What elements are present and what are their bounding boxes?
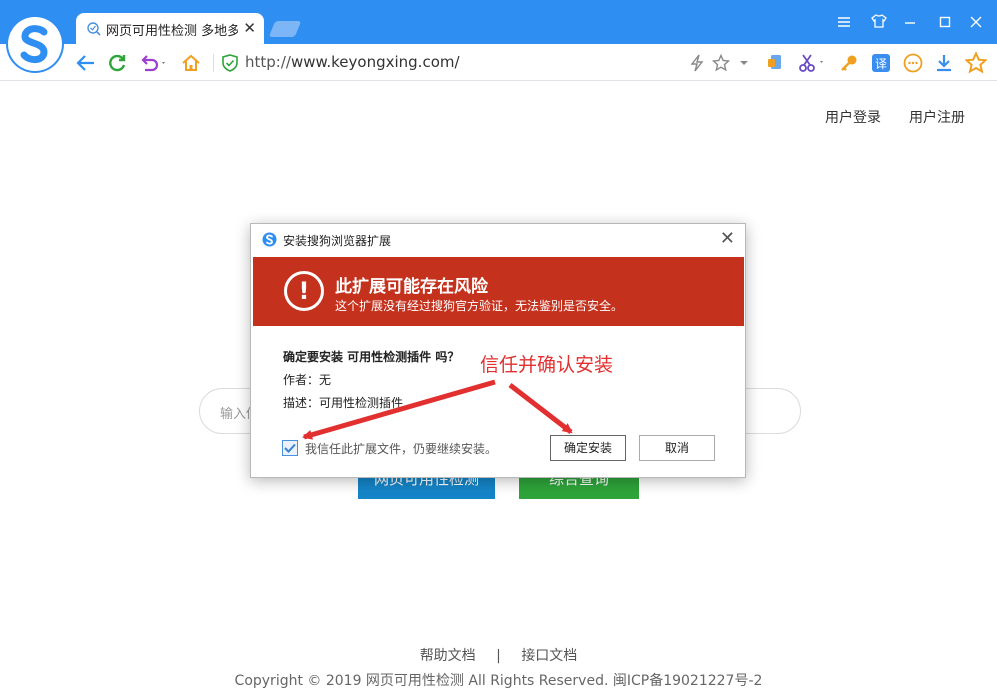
footer-divider: |: [496, 648, 501, 664]
address-bar[interactable]: http://www.keyongxing.com/: [245, 53, 460, 71]
favorites-icon[interactable]: [965, 52, 987, 74]
download-icon[interactable]: [933, 52, 955, 74]
star-icon[interactable]: [710, 52, 732, 74]
warning-title: 此扩展可能存在风险: [335, 277, 488, 297]
footer-links: 帮助文档 | 接口文档: [0, 645, 997, 665]
login-link[interactable]: 用户登录: [825, 107, 881, 127]
copyright: Copyright © 2019 网页可用性检测 All Rights Rese…: [234, 673, 763, 689]
back-icon[interactable]: [75, 52, 97, 74]
minimize-icon[interactable]: [899, 12, 921, 34]
url-protocol: http://: [245, 53, 291, 71]
dialog-title: 安装搜狗浏览器扩展: [283, 234, 392, 248]
undo-icon[interactable]: [139, 52, 169, 74]
trust-label: 我信任此扩展文件，仍要继续安装。: [305, 441, 498, 456]
api-doc-link[interactable]: 接口文档: [521, 648, 577, 664]
skin-icon[interactable]: [868, 12, 890, 34]
warning-banner: ! 此扩展可能存在风险 这个扩展没有经过搜狗官方验证，无法鉴别是否安全。: [253, 257, 744, 326]
help-doc-link[interactable]: 帮助文档: [420, 648, 476, 664]
warning-description: 这个扩展没有经过搜狗官方验证，无法鉴别是否安全。: [335, 299, 624, 313]
shield-icon[interactable]: [219, 52, 241, 74]
key-icon[interactable]: [838, 52, 860, 74]
refresh-icon[interactable]: [106, 52, 128, 74]
browser-window: 网页可用性检测 多地多线 ✕: [0, 0, 997, 700]
close-icon[interactable]: [965, 12, 987, 34]
url-host: www.keyongxing.com/: [290, 53, 460, 71]
sogou-icon: [262, 232, 277, 247]
trust-row: 我信任此扩展文件，仍要继续安装。: [282, 439, 497, 457]
dialog-close-icon[interactable]: ✕: [720, 228, 735, 249]
new-tab-button[interactable]: [268, 21, 302, 37]
tab-close-icon[interactable]: ✕: [243, 19, 256, 37]
browser-tab[interactable]: 网页可用性检测 多地多线 ✕: [76, 13, 264, 44]
home-icon[interactable]: [180, 52, 202, 74]
annotation-text: 信任并确认安装: [480, 354, 614, 376]
register-link[interactable]: 用户注册: [909, 107, 965, 127]
title-bar: 网页可用性检测 多地多线 ✕: [0, 0, 997, 44]
menu-icon[interactable]: [833, 12, 855, 34]
search-globe-icon: [87, 22, 101, 36]
description-text: 描述：可用性检测插件: [283, 396, 404, 410]
install-question: 确定要安装 可用性检测插件 吗？: [283, 350, 460, 364]
confirm-install-button[interactable]: 确定安装: [550, 435, 626, 461]
cancel-button[interactable]: 取消: [639, 435, 715, 461]
emoji-icon[interactable]: [902, 52, 924, 74]
trust-checkbox[interactable]: [282, 440, 298, 456]
toolbar: http://www.keyongxing.com/ 译: [0, 44, 997, 81]
extension-icon[interactable]: [764, 52, 786, 74]
dialog-header: 安装搜狗浏览器扩展 ✕: [251, 224, 745, 255]
scissors-icon[interactable]: [797, 52, 829, 74]
svg-text:译: 译: [875, 57, 887, 71]
author-text: 作者：无: [283, 373, 332, 387]
warning-icon: !: [284, 271, 324, 311]
lightning-icon[interactable]: [686, 52, 708, 74]
maximize-icon[interactable]: [934, 12, 956, 34]
tab-title: 网页可用性检测 多地多线: [106, 24, 238, 39]
sogou-logo[interactable]: [6, 15, 64, 73]
translate-icon[interactable]: 译: [870, 52, 892, 74]
checkmark-icon: [284, 443, 296, 453]
toolbar-separator: [213, 54, 214, 72]
dropdown-icon[interactable]: [736, 52, 752, 74]
